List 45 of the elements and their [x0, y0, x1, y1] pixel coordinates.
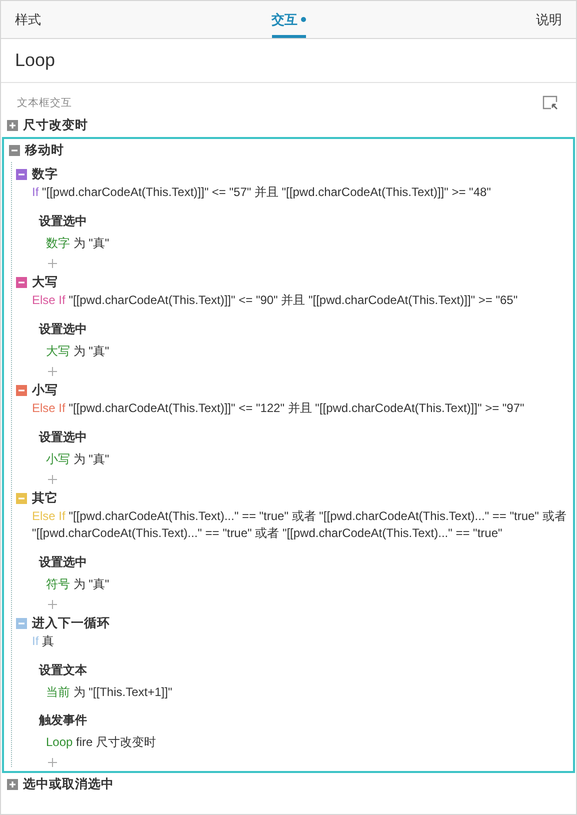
collapse-icon[interactable]	[16, 168, 27, 180]
case-name[interactable]: 数字	[32, 166, 58, 182]
action-name: 触发事件	[38, 712, 88, 728]
event-name[interactable]: 选中或取消选中	[23, 776, 114, 793]
collapse-icon[interactable]	[16, 618, 27, 628]
expand-icon[interactable]	[7, 779, 18, 790]
collapse-icon[interactable]	[16, 492, 27, 504]
condition-text: If "[[pwd.charCodeAt(This.Text)]]" <= "57" 并且 "[[pwd.charCodeAt(This.Text)]]" >= "48"	[31, 184, 492, 201]
action-name: 设置选中	[38, 429, 88, 445]
condition-text: Else If "[[pwd.charCodeAt(This.Text)..." == "true" 或者 "[[pwd.charCodeAt(This.Text)..." == "true" 或者 "[[pwd.charCodeAt(This.Text)..." == "true" 或者 "[[pwd.charCodeAt(This.Text)..." == "true"	[31, 508, 568, 542]
action-detail: 小写 为 "真"	[45, 451, 110, 467]
action-detail: 符号 为 "真"	[45, 576, 110, 592]
add-icon[interactable]	[48, 259, 57, 268]
collapse-icon[interactable]	[16, 384, 27, 396]
case-name[interactable]: 其它	[32, 490, 58, 506]
action-detail: 当前 为 "[[This.Text+1]]"	[45, 684, 174, 700]
action-detail: 大写 为 "真"	[45, 343, 110, 359]
case-name[interactable]: 进入下一循环	[32, 614, 110, 632]
event-name[interactable]: 尺寸改变时	[23, 117, 88, 134]
action-name: 设置选中	[38, 554, 88, 570]
expand-icon[interactable]	[7, 120, 18, 131]
condition-text: If 真	[31, 633, 56, 650]
action-detail: Loop fire 尺寸改变时	[45, 734, 158, 750]
action-name: 设置文本	[38, 662, 88, 678]
add-icon[interactable]	[48, 600, 57, 609]
tab[interactable]: 交互	[272, 1, 306, 38]
case-name[interactable]: 大写	[32, 274, 58, 290]
case-name[interactable]: 小写	[32, 382, 58, 398]
collapse-icon[interactable]	[9, 145, 20, 156]
section-label: 文本框交互	[17, 96, 72, 110]
condition-text: Else If "[[pwd.charCodeAt(This.Text)]]" <= "90" 并且 "[[pwd.charCodeAt(This.Text)]]" >= "65"	[31, 292, 519, 309]
condition-text: Else If "[[pwd.charCodeAt(This.Text)]]" <= "122" 并且 "[[pwd.charCodeAt(This.Text)]]" >= "97"	[31, 400, 526, 417]
add-icon[interactable]	[48, 475, 57, 484]
add-icon[interactable]	[48, 367, 57, 376]
pointer-box-icon[interactable]	[542, 95, 558, 110]
action-detail: 数字 为 "真"	[45, 235, 110, 251]
action-name: 设置选中	[38, 321, 88, 337]
tab[interactable]: 样式	[15, 1, 41, 38]
action-name: 设置选中	[38, 213, 88, 229]
event-block[interactable]	[2, 137, 575, 773]
add-icon[interactable]	[48, 758, 57, 767]
event-name[interactable]: 移动时	[25, 142, 64, 159]
tab[interactable]: 说明	[536, 1, 562, 38]
collapse-icon[interactable]	[16, 276, 27, 288]
widget-name: Loop	[15, 50, 56, 71]
